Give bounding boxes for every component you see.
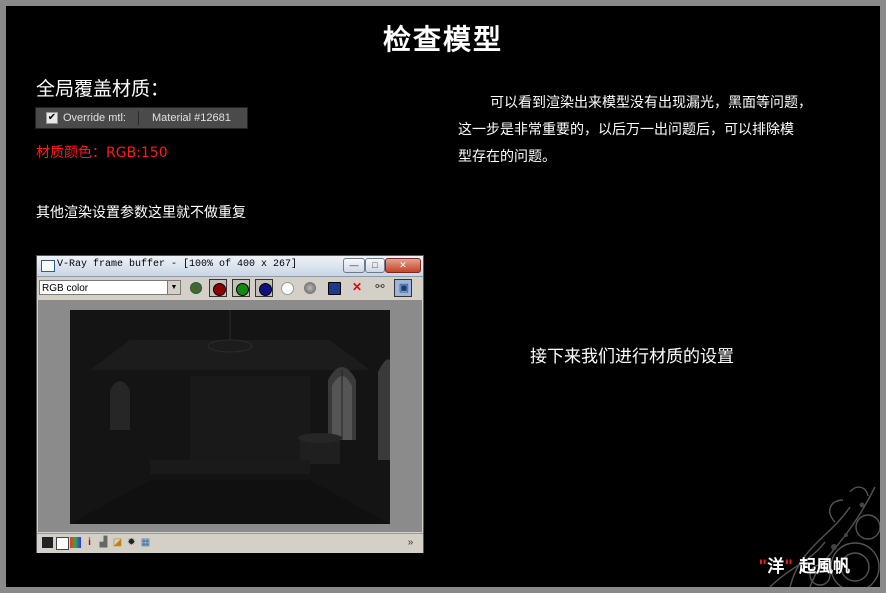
red-channel-icon [213,283,226,296]
global-override-heading: 全局覆盖材质： [36,78,170,100]
channel-select[interactable]: RGB color ▼ [39,280,181,295]
clear-icon: ✕ [351,280,363,294]
paragraph-line: 这一步是非常重要的，以后万一出问题后，可以排除模 [458,122,794,138]
region-render-button[interactable]: ▣ [394,279,412,297]
signature-quote: " [758,557,768,577]
duplicate-icon: ⚯ [375,281,385,293]
divider [138,111,139,125]
blue-channel-button[interactable] [255,279,273,297]
override-mtl-label: Override mtl: [63,112,126,124]
settings-icon[interactable]: ✹ [126,537,137,548]
alpha-channel-button[interactable] [278,279,296,297]
override-mtl-checkbox[interactable]: ✔ [46,112,58,124]
maximize-button[interactable]: □ [365,258,385,273]
rgb-channel-button[interactable] [187,279,205,297]
save-icon [328,282,341,295]
grid-icon[interactable] [56,537,69,550]
info-icon[interactable]: i [84,537,95,548]
signature-name-rest: 起風帆 [799,557,850,577]
override-material-button[interactable]: Material #12681 [152,112,231,124]
rgb-channel-icon [190,282,202,294]
paragraph-line: 型存在的问题。 [458,149,556,165]
region-render-icon: ▣ [398,282,410,294]
description-paragraph: 可以看到渲染出来模型没有出现漏光，黑面等问题， 这一步是非常重要的，以后万一出问… [458,90,856,171]
window-title: V-Ray frame buffer - [100% of 400 x 267] [57,259,298,270]
signature-quote: " [784,557,794,577]
vray-frame-buffer-window: V-Ray frame buffer - [100% of 400 x 267]… [36,255,424,553]
signature-name-char: 洋 [767,557,785,577]
mono-channel-button[interactable] [301,279,319,297]
channel-select-value: RGB color [42,283,89,294]
app-icon [41,260,55,272]
curves-icon[interactable]: ◪ [112,537,123,548]
minimize-button[interactable]: — [343,258,365,273]
render-viewport[interactable] [38,300,422,532]
blue-channel-icon [259,283,272,296]
color-correction-icon[interactable] [70,537,81,548]
paragraph-line: 可以看到渲染出来模型没有出现漏光，黑面等问题， [490,95,812,111]
lens-effects-icon[interactable]: ▦ [140,537,151,548]
save-image-button[interactable] [325,279,343,297]
red-channel-button[interactable] [209,279,227,297]
chevron-down-icon: ▼ [167,281,180,294]
toolbar: RGB color ▼ ✕ ⚯ ▣ [37,277,423,299]
history-icon[interactable] [42,537,53,548]
alpha-channel-icon [281,282,294,295]
duplicate-button[interactable]: ⚯ [371,279,389,297]
slide: 检查模型 全局覆盖材质： ✔ Override mtl: Material #1… [6,6,880,587]
window-titlebar[interactable]: V-Ray frame buffer - [100% of 400 x 267]… [37,256,423,277]
other-settings-note: 其他渲染设置参数这里就不做重复 [36,205,246,221]
override-mtl-bar: ✔ Override mtl: Material #12681 [35,107,248,129]
mono-channel-icon [304,282,316,294]
clear-image-button[interactable]: ✕ [348,279,366,297]
green-channel-icon [236,283,249,296]
statusbar: i ▟ ◪ ✹ ▦ » [37,533,423,553]
green-channel-button[interactable] [232,279,250,297]
histogram-icon[interactable]: ▟ [98,537,109,548]
expand-icon[interactable]: » [405,537,416,548]
author-signature: "洋" 起風帆 [758,552,850,577]
close-button[interactable]: ✕ [385,258,421,273]
next-step-note: 接下来我们进行材质的设置 [530,347,734,367]
render-preview-image [70,310,390,524]
material-color-note: 材质颜色：RGB:150 [36,145,168,161]
page-title: 检查模型 [382,23,503,56]
